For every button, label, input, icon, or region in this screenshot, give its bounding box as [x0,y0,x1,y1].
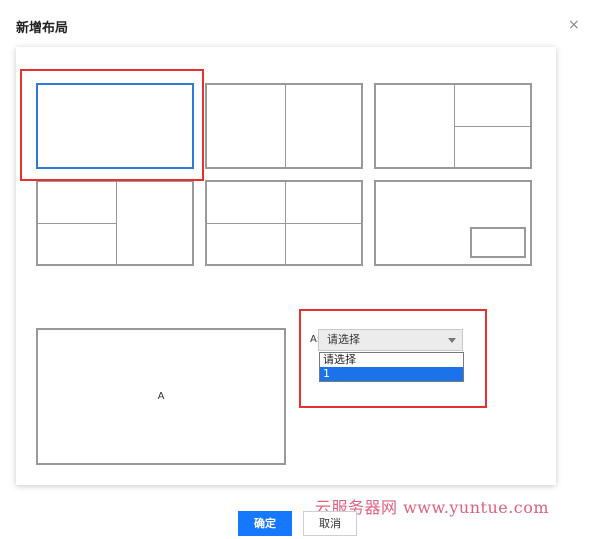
layout-option-grid-2x2[interactable] [205,180,363,266]
divider [116,182,117,264]
select-option[interactable]: 请选择 [320,353,463,367]
layout-option-left-one-right-two[interactable] [374,83,532,169]
cancel-button[interactable]: 取消 [303,511,357,536]
layout-panel: A A: 请选择 请选择 1 [16,47,556,485]
preview-region-label: A [157,391,165,402]
close-icon[interactable]: × [568,18,580,32]
confirm-button[interactable]: 确定 [238,511,292,536]
divider [207,223,361,224]
select-option[interactable]: 1 [320,367,463,381]
layout-preview: A [36,328,286,465]
divider [285,85,286,167]
divider [454,126,530,127]
pip-window [470,227,526,258]
region-select[interactable]: 请选择 [318,329,463,351]
layout-option-left-two-right-one[interactable] [36,180,194,266]
layout-option-single[interactable] [36,83,194,169]
region-select-options: 请选择 1 [319,352,464,382]
region-select-value: 请选择 [327,333,360,346]
chevron-down-icon [448,338,456,343]
layout-option-picture-in-picture[interactable] [374,180,532,266]
divider [38,223,116,224]
dialog-title: 新增布局 [16,21,69,36]
layout-option-two-columns[interactable] [205,83,363,169]
